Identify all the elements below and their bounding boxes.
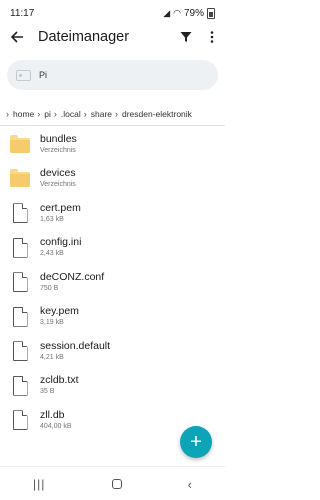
document-icon — [12, 272, 28, 293]
file-meta: 4,21 kB — [40, 353, 64, 361]
file-name: session.default — [40, 339, 111, 352]
list-item[interactable]: config.ini 2,43 kB — [0, 231, 225, 266]
chevron-right-icon: › — [37, 109, 41, 119]
arrow-back-icon[interactable] — [0, 22, 34, 52]
file-meta: 3,19 kB — [40, 319, 64, 327]
add-button[interactable]: + — [180, 426, 212, 458]
breadcrumb-item-current[interactable]: dresden-elektronik — [122, 109, 192, 119]
battery-percent: 79% — [183, 7, 204, 19]
file-name: config.ini — [40, 236, 82, 249]
document-icon — [12, 203, 28, 224]
status-time: 11:17 — [10, 7, 35, 19]
document-icon — [12, 237, 28, 258]
list-item[interactable]: zcldb.txt 35 B — [0, 369, 225, 404]
file-meta: 404,00 kB — [40, 422, 72, 430]
file-name: zcldb.txt — [40, 374, 79, 387]
document-icon — [12, 410, 28, 431]
file-name: bundles — [40, 132, 77, 145]
page-title: Dateimanager — [38, 29, 130, 45]
file-meta: 2,43 kB — [40, 250, 64, 258]
file-meta: 750 B — [40, 284, 59, 292]
list-item[interactable]: devices Verzeichnis — [0, 162, 225, 197]
document-icon — [12, 306, 28, 327]
document-icon — [12, 375, 28, 396]
file-name: zll.db — [40, 408, 65, 421]
wifi-icon: ◠ — [173, 7, 181, 18]
divider — [0, 466, 225, 467]
file-name: key.pem — [40, 305, 79, 318]
list-item[interactable]: key.pem 3,19 kB — [0, 300, 225, 335]
chevron-right-icon: › — [83, 109, 87, 119]
back-icon[interactable]: ‹ — [188, 477, 192, 492]
folder-icon — [10, 169, 30, 188]
system-nav-bar: ||| ‹ — [0, 468, 225, 500]
status-indicators: ◢ ◠ 79% — [163, 7, 215, 19]
breadcrumb-item[interactable]: pi — [44, 109, 51, 119]
file-meta: Verzeichnis — [40, 146, 76, 154]
more-vert-icon[interactable] — [199, 22, 225, 52]
chevron-right-icon: › — [53, 109, 57, 119]
breadcrumb-item[interactable]: .local — [61, 109, 81, 119]
chevron-right-icon: › — [115, 109, 118, 119]
document-icon — [12, 341, 28, 362]
chevron-right-icon: › — [6, 109, 9, 119]
file-name: devices — [40, 167, 76, 180]
device-icon — [16, 69, 31, 81]
file-name: deCONZ.conf — [40, 270, 105, 283]
breadcrumb-item[interactable]: home — [13, 109, 34, 119]
list-item[interactable]: session.default 4,21 kB — [0, 334, 225, 369]
home-icon[interactable] — [111, 479, 122, 489]
filter-icon[interactable] — [173, 22, 199, 52]
breadcrumb-item[interactable]: share — [91, 109, 112, 119]
list-item[interactable]: cert.pem 1,63 kB — [0, 196, 225, 231]
divider — [0, 125, 225, 126]
signal-icon: ◢ — [163, 7, 171, 18]
file-name: cert.pem — [40, 201, 81, 214]
storage-location-selector[interactable]: Pi — [7, 60, 218, 90]
battery-icon — [207, 7, 215, 19]
file-list: bundles Verzeichnis devices Verzeichnis … — [0, 127, 225, 438]
app-bar: Dateimanager — [0, 22, 225, 52]
folder-icon — [10, 134, 30, 153]
list-item[interactable]: bundles Verzeichnis — [0, 127, 225, 162]
list-item[interactable]: deCONZ.conf 750 B — [0, 265, 225, 300]
file-meta: 1,63 kB — [40, 215, 64, 223]
breadcrumb: › home › pi › .local › share › dresden-e… — [0, 105, 225, 123]
recents-icon[interactable]: ||| — [33, 477, 45, 491]
file-meta: Verzeichnis — [40, 181, 76, 189]
location-label: Pi — [39, 70, 48, 80]
file-meta: 35 B — [40, 388, 55, 396]
